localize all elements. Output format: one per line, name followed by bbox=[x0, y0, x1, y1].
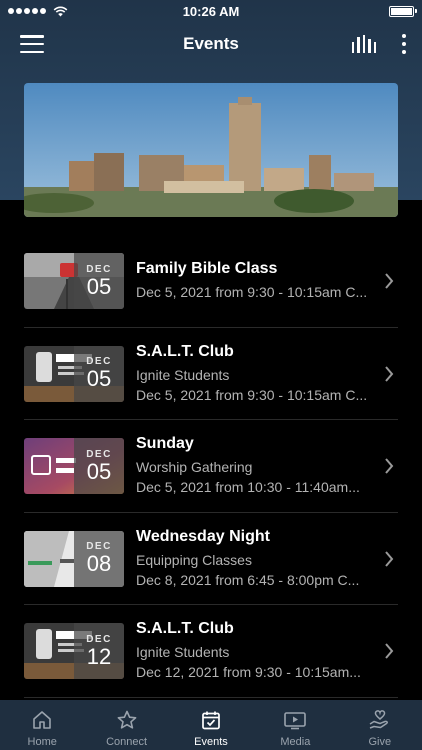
chevron-right-icon bbox=[385, 551, 394, 567]
event-thumbnail: DEC 12 bbox=[24, 623, 124, 680]
chevron-right-icon bbox=[385, 643, 394, 659]
date-badge: DEC 08 bbox=[74, 530, 124, 587]
date-day: 08 bbox=[86, 551, 112, 577]
tab-events[interactable]: Events bbox=[169, 706, 253, 748]
tab-label: Connect bbox=[106, 736, 148, 748]
event-item[interactable]: DEC 05 Sunday Worship Gathering Dec 5, 2… bbox=[0, 420, 422, 513]
play-icon bbox=[283, 706, 307, 734]
event-item[interactable]: DEC 05 S.A.L.T. Club Ignite Students Dec… bbox=[0, 328, 422, 421]
event-datetime: Dec 5, 2021 from 10:30 - 11:40am... bbox=[136, 479, 360, 496]
date-badge: DEC 12 bbox=[74, 623, 124, 680]
event-title: Wednesday Night bbox=[136, 527, 270, 545]
tab-label: Give bbox=[368, 736, 392, 748]
tab-home[interactable]: Home bbox=[0, 706, 84, 748]
date-day: 05 bbox=[86, 458, 112, 484]
chevron-right-icon bbox=[385, 273, 394, 289]
date-badge: DEC 05 bbox=[74, 253, 124, 310]
event-datetime: Dec 12, 2021 from 9:30 - 10:15am... bbox=[136, 664, 361, 681]
event-thumbnail: DEC 05 bbox=[24, 253, 124, 310]
battery-icon bbox=[389, 5, 417, 17]
vertical-dots-icon[interactable] bbox=[402, 34, 406, 54]
events-list: DEC 05 Family Bible Class Dec 5, 2021 fr… bbox=[0, 235, 422, 698]
bar-chart-icon[interactable] bbox=[351, 35, 376, 53]
tab-bar: Home Connect Events Media Give bbox=[0, 700, 422, 750]
tab-give[interactable]: Give bbox=[338, 706, 422, 748]
wifi-icon bbox=[53, 6, 68, 16]
event-title: Family Bible Class bbox=[136, 260, 278, 278]
cellular-signal-icon bbox=[8, 8, 46, 14]
event-item[interactable]: DEC 08 Wednesday Night Equipping Classes… bbox=[0, 513, 422, 606]
date-day: 05 bbox=[86, 366, 112, 392]
status-bar: 10:26 AM bbox=[0, 0, 422, 22]
date-badge: DEC 05 bbox=[74, 345, 124, 402]
tab-media[interactable]: Media bbox=[253, 706, 337, 748]
city-skyline-image bbox=[24, 83, 398, 217]
event-thumbnail: DEC 05 bbox=[24, 438, 124, 495]
chevron-right-icon bbox=[385, 366, 394, 382]
event-thumbnail: DEC 05 bbox=[24, 345, 124, 402]
tab-label: Events bbox=[194, 736, 228, 748]
tab-label: Media bbox=[280, 736, 311, 748]
event-item[interactable]: DEC 05 Family Bible Class Dec 5, 2021 fr… bbox=[0, 235, 422, 328]
battery-fill bbox=[391, 7, 412, 15]
status-time: 10:26 AM bbox=[182, 3, 240, 19]
event-subtitle: Ignite Students bbox=[136, 366, 230, 383]
event-title: Sunday bbox=[136, 435, 194, 453]
event-subtitle: Ignite Students bbox=[136, 644, 230, 661]
chevron-right-icon bbox=[385, 458, 394, 474]
hamburger-icon[interactable] bbox=[20, 35, 44, 53]
navigation-bar: Events bbox=[0, 22, 422, 66]
event-subtitle: Worship Gathering bbox=[136, 459, 253, 476]
hero-image[interactable] bbox=[24, 83, 398, 217]
page-title: Events bbox=[183, 34, 239, 53]
event-subtitle: Equipping Classes bbox=[136, 551, 252, 568]
event-title: S.A.L.T. Club bbox=[136, 620, 234, 638]
star-icon bbox=[116, 706, 138, 734]
event-thumbnail: DEC 08 bbox=[24, 530, 124, 587]
date-badge: DEC 05 bbox=[74, 438, 124, 495]
event-datetime: Dec 5, 2021 from 9:30 - 10:15am C... bbox=[136, 284, 368, 301]
event-datetime: Dec 5, 2021 from 9:30 - 10:15am C... bbox=[136, 386, 368, 403]
tab-label: Home bbox=[27, 736, 57, 748]
signal-indicator bbox=[8, 6, 68, 17]
tab-connect[interactable]: Connect bbox=[85, 706, 169, 748]
date-day: 05 bbox=[86, 273, 112, 299]
event-datetime: Dec 8, 2021 from 6:45 - 8:00pm C... bbox=[136, 571, 360, 588]
event-title: S.A.L.T. Club bbox=[136, 342, 234, 360]
hand-heart-icon bbox=[368, 706, 392, 734]
event-item[interactable]: DEC 12 S.A.L.T. Club Ignite Students Dec… bbox=[0, 605, 422, 698]
calendar-icon bbox=[200, 706, 222, 734]
home-icon bbox=[31, 706, 53, 734]
date-day: 12 bbox=[86, 643, 112, 669]
